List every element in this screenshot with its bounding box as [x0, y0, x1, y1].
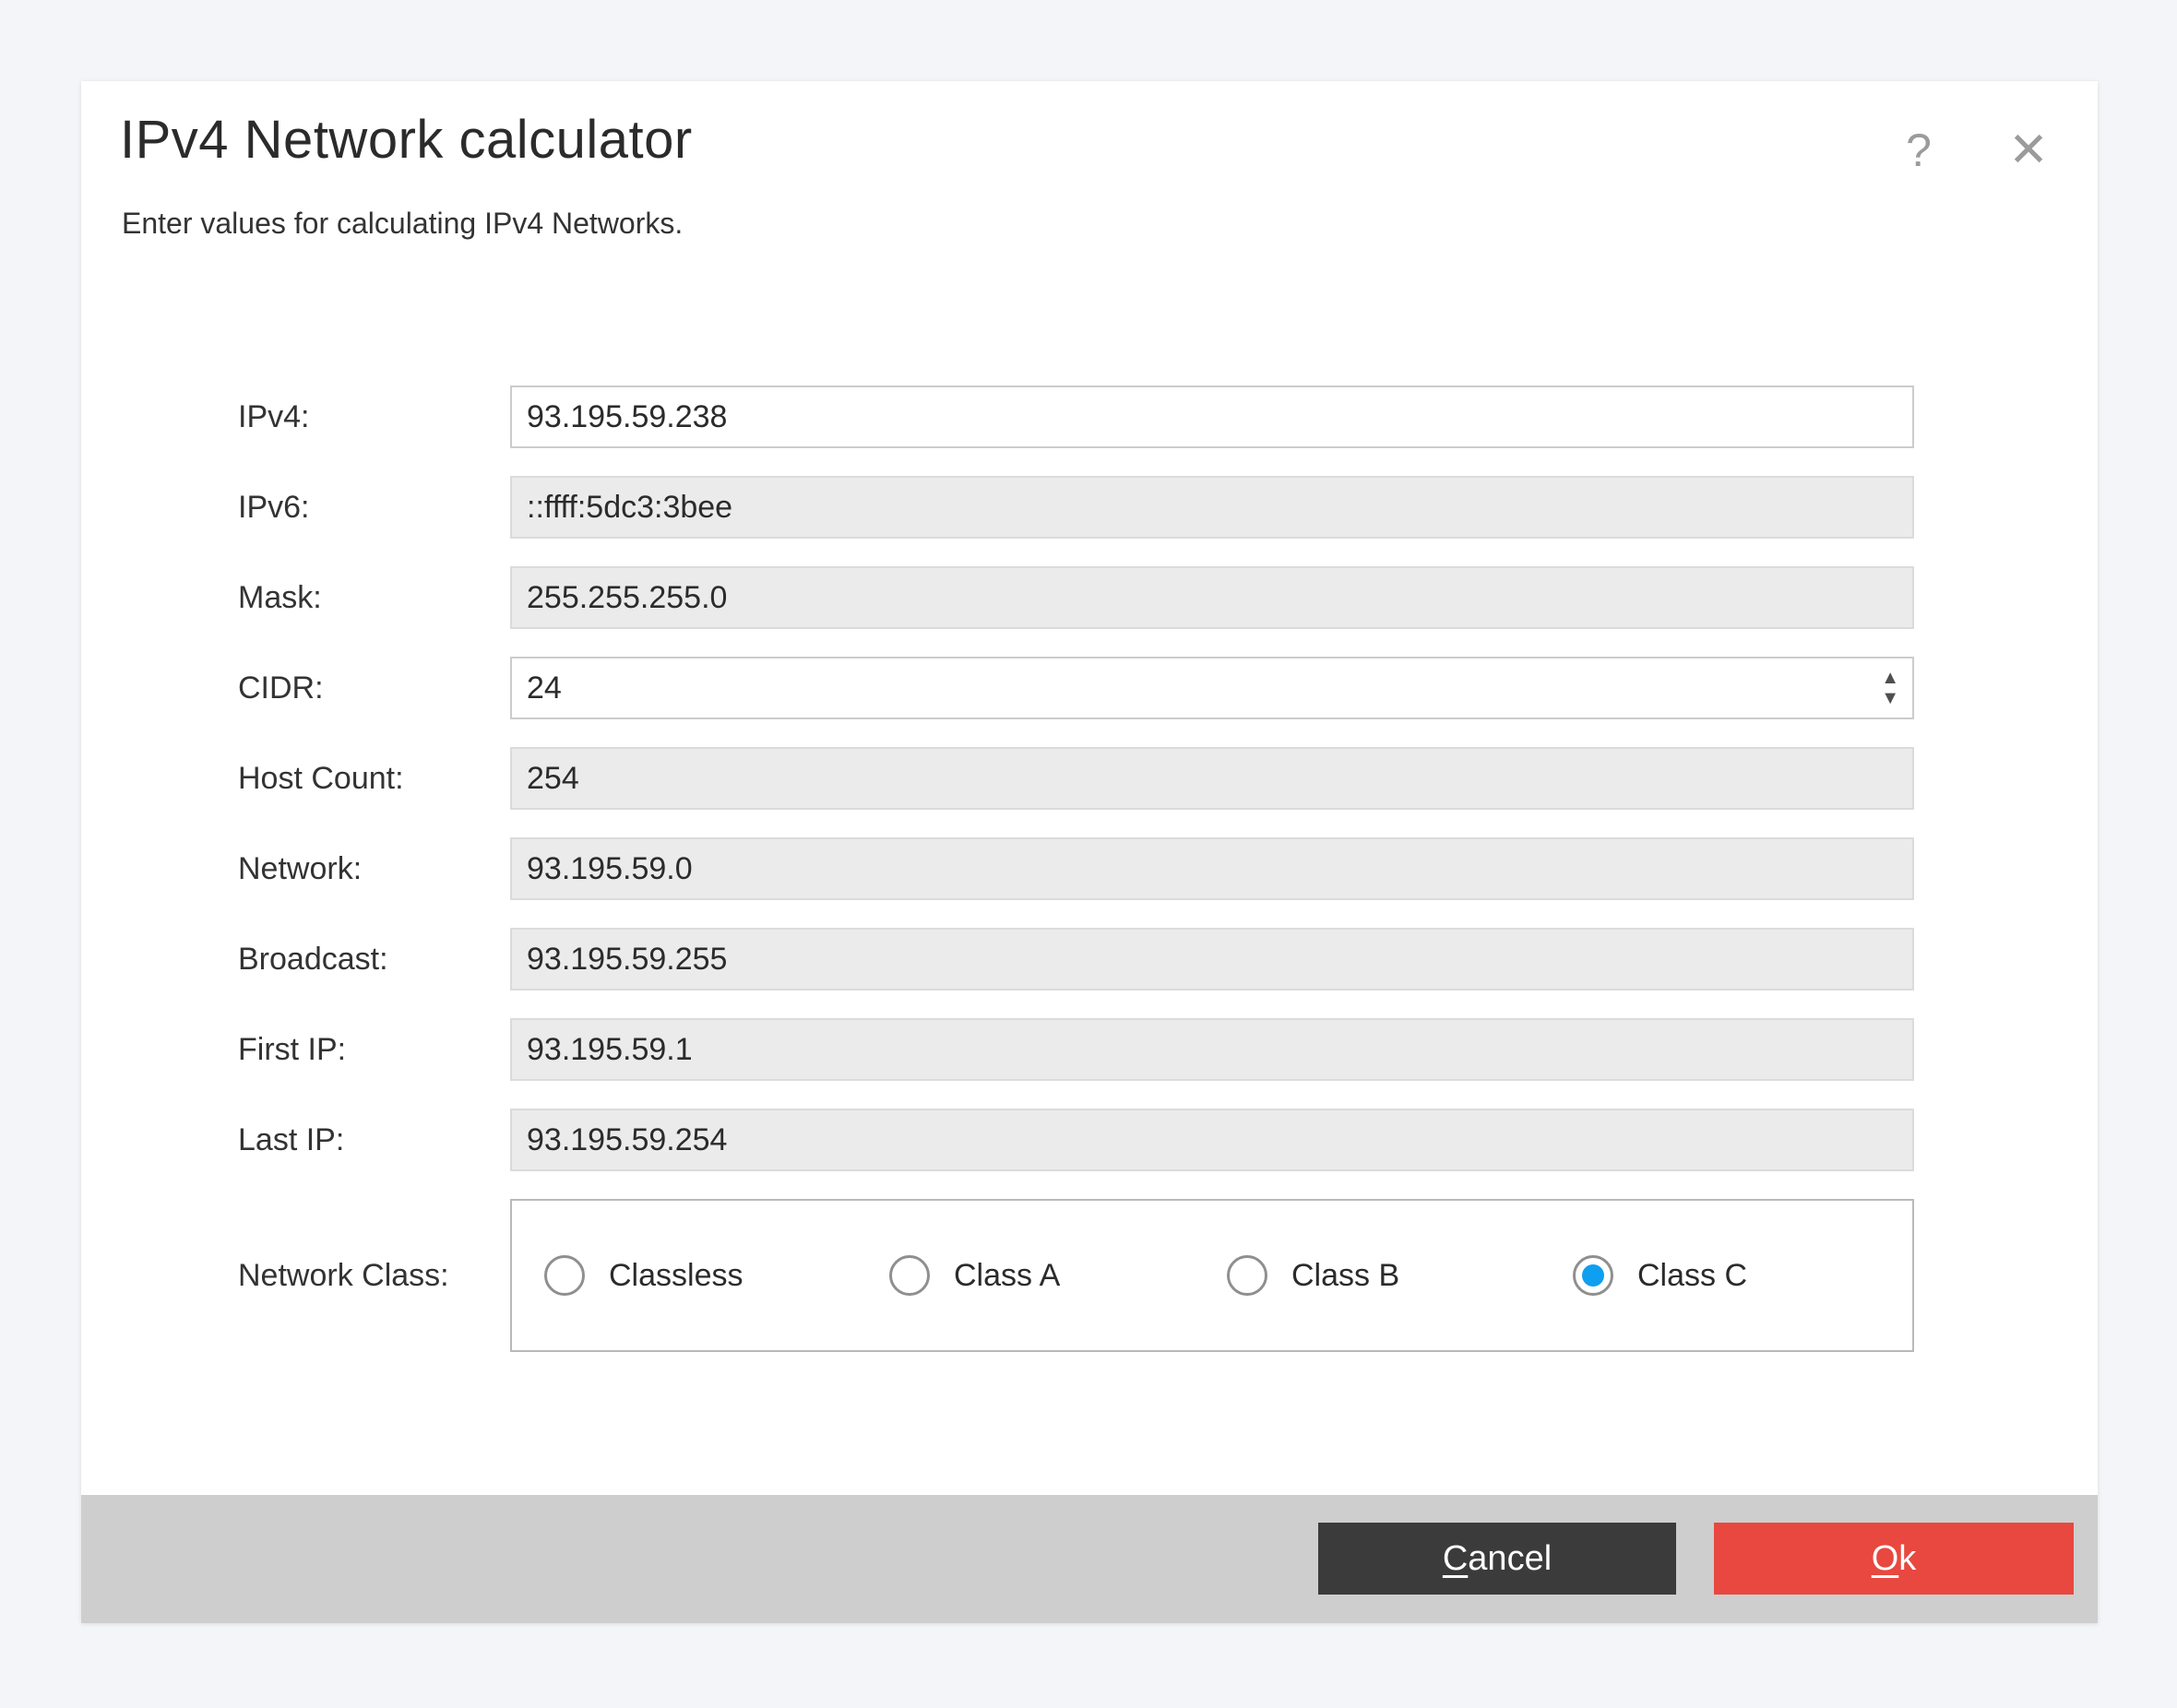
ok-button[interactable]: Ok	[1714, 1523, 2074, 1595]
spin-down-icon[interactable]: ▼	[1881, 691, 1899, 706]
field-row-cidr: CIDR: ▲ ▼	[238, 657, 1914, 719]
cidr-input[interactable]	[510, 657, 1914, 719]
last-ip-label: Last IP:	[238, 1122, 510, 1158]
radio-label-class-a: Class A	[954, 1258, 1060, 1294]
radio-circle-icon	[544, 1255, 585, 1296]
radio-class-a[interactable]: Class A	[889, 1255, 1060, 1296]
radio-label-classless: Classless	[609, 1258, 743, 1294]
ipv6-label: IPv6:	[238, 490, 510, 526]
cancel-button[interactable]: Cancel	[1318, 1523, 1676, 1595]
radio-circle-icon	[1227, 1255, 1267, 1296]
radio-circle-icon	[889, 1255, 930, 1296]
network-field	[510, 837, 1914, 900]
ipv4-network-calculator-dialog: IPv4 Network calculator Enter values for…	[81, 81, 2098, 1623]
spin-up-icon[interactable]: ▲	[1881, 670, 1899, 685]
field-row-ipv6: IPv6:	[238, 476, 1914, 539]
mask-field	[510, 566, 1914, 629]
dialog-subtitle: Enter values for calculating IPv4 Networ…	[122, 203, 683, 243]
field-row-broadcast: Broadcast:	[238, 928, 1914, 990]
host-count-field	[510, 747, 1914, 810]
network-class-row: Network Class: Classless Class A Class B…	[238, 1199, 1914, 1352]
calculator-form: IPv4: IPv6: Mask: CIDR: ▲ ▼	[238, 385, 1914, 1352]
field-row-first-ip: First IP:	[238, 1018, 1914, 1081]
host-count-label: Host Count:	[238, 761, 510, 797]
dialog-title: IPv4 Network calculator	[120, 105, 693, 175]
field-row-mask: Mask:	[238, 566, 1914, 629]
radio-label-class-c: Class C	[1637, 1258, 1747, 1294]
network-class-label: Network Class:	[238, 1258, 510, 1294]
field-row-host-count: Host Count:	[238, 747, 1914, 810]
radio-circle-selected-icon	[1573, 1255, 1613, 1296]
ipv4-input[interactable]	[510, 385, 1914, 448]
close-icon[interactable]: ✕	[1987, 116, 2070, 184]
broadcast-label: Broadcast:	[238, 942, 510, 978]
first-ip-field	[510, 1018, 1914, 1081]
radio-label-class-b: Class B	[1291, 1258, 1399, 1294]
first-ip-label: First IP:	[238, 1032, 510, 1068]
field-row-ipv4: IPv4:	[238, 385, 1914, 448]
radio-class-c[interactable]: Class C	[1573, 1255, 1747, 1296]
help-icon[interactable]: ?	[1882, 118, 1956, 183]
cidr-spinner: ▲ ▼	[1881, 670, 1899, 706]
last-ip-field	[510, 1109, 1914, 1171]
radio-classless[interactable]: Classless	[544, 1255, 743, 1296]
cancel-button-label: Cancel	[1443, 1539, 1552, 1579]
cidr-label: CIDR:	[238, 670, 510, 706]
ipv4-label: IPv4:	[238, 399, 510, 435]
network-class-groupbox: Classless Class A Class B Class C	[510, 1199, 1914, 1352]
radio-class-b[interactable]: Class B	[1227, 1255, 1399, 1296]
network-label: Network:	[238, 851, 510, 887]
field-row-network: Network:	[238, 837, 1914, 900]
ipv6-field	[510, 476, 1914, 539]
footer-bar: Cancel Ok	[81, 1495, 2098, 1623]
field-row-last-ip: Last IP:	[238, 1109, 1914, 1171]
mask-label: Mask:	[238, 580, 510, 616]
broadcast-field	[510, 928, 1914, 990]
ok-button-label: Ok	[1872, 1539, 1917, 1579]
